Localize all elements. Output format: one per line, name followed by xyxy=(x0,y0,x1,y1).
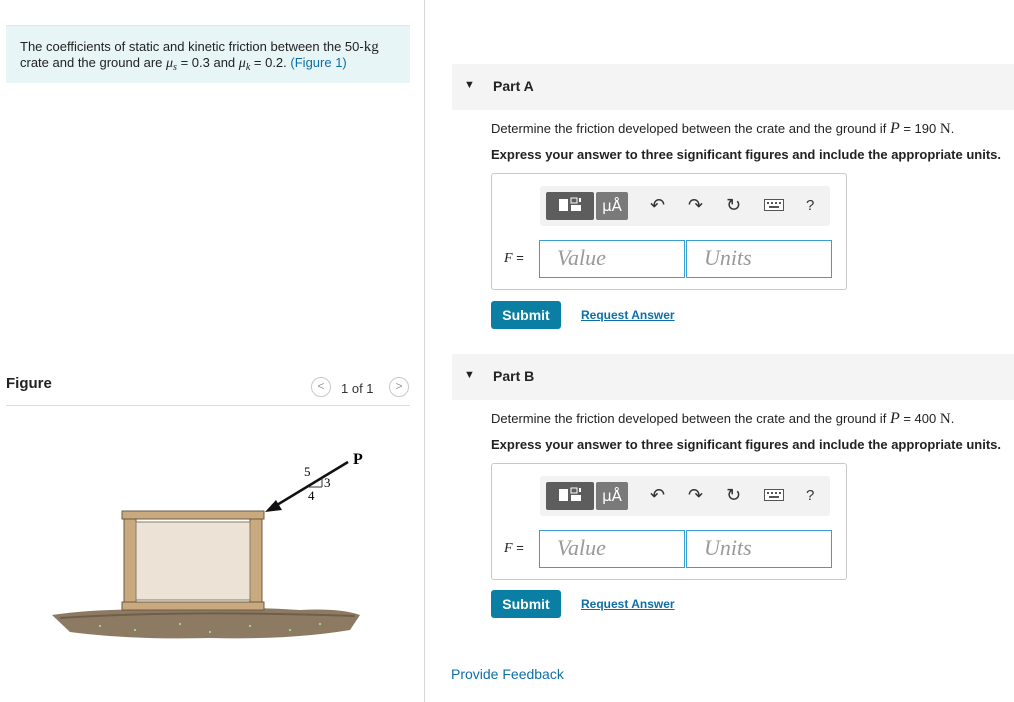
problem-text-1: The coefficients of static and kinetic f… xyxy=(20,39,364,54)
mu-s-value: = 0.3 and xyxy=(180,55,236,70)
part-b-unit: N xyxy=(939,411,951,427)
part-a-units-field[interactable]: Units xyxy=(686,240,832,278)
provide-feedback-link[interactable]: Provide Feedback xyxy=(451,666,564,682)
part-a-answer-var: F xyxy=(504,251,513,266)
reset-icon[interactable]: ↻ xyxy=(726,476,741,516)
part-b-submit-button[interactable]: Submit xyxy=(491,590,561,618)
part-b-period: . xyxy=(950,411,955,426)
part-a-value: = 190 xyxy=(903,121,937,136)
figure-divider xyxy=(6,405,410,406)
part-a-unit: N xyxy=(939,121,951,137)
part-a-question: Determine the friction developed between… xyxy=(491,120,954,138)
force-label: P xyxy=(353,451,363,468)
part-b-question: Determine the friction developed between… xyxy=(491,410,954,428)
collapse-icon[interactable]: ▼ xyxy=(464,79,475,91)
part-b-units-field[interactable]: Units xyxy=(686,530,832,568)
part-a-answer-eq: = xyxy=(516,250,524,265)
part-a-instruction: Express your answer to three significant… xyxy=(491,147,1001,162)
templates-icon[interactable] xyxy=(546,192,594,220)
figure-title: Figure xyxy=(6,375,52,392)
redo-icon[interactable]: ↷ xyxy=(688,476,703,516)
figure-link[interactable]: (Figure 1) xyxy=(290,55,346,70)
part-a-request-answer-link[interactable]: Request Answer xyxy=(581,308,675,322)
mu-k-sub: k xyxy=(245,62,251,73)
redo-icon[interactable]: ↷ xyxy=(688,186,703,226)
part-b-value: = 400 xyxy=(903,411,937,426)
crate-panel xyxy=(135,521,251,601)
part-b-request-answer-link[interactable]: Request Answer xyxy=(581,597,675,611)
part-a-toolbar: μÅ ↶ ↷ ↻ ? xyxy=(540,186,830,226)
part-a-question-text: Determine the friction developed between… xyxy=(491,121,887,136)
part-b-answer-box: μÅ ↶ ↷ ↻ ? F = Value Units xyxy=(491,463,847,580)
undo-icon[interactable]: ↶ xyxy=(650,186,665,226)
column-divider xyxy=(424,0,425,702)
keyboard-icon[interactable] xyxy=(764,199,784,214)
part-a-value-field[interactable]: Value xyxy=(539,240,685,278)
problem-text-2: crate and the ground are xyxy=(20,55,163,70)
part-b-value-field[interactable]: Value xyxy=(539,530,685,568)
part-a-answer-box: μÅ ↶ ↷ ↻ ? F = Value Units xyxy=(491,173,847,290)
templates-icon[interactable] xyxy=(546,482,594,510)
undo-icon[interactable]: ↶ xyxy=(650,476,665,516)
mass-unit: kg xyxy=(363,39,379,55)
part-a-submit-button[interactable]: Submit xyxy=(491,301,561,329)
triangle-hyp-label: 5 xyxy=(304,464,311,479)
part-b-var: P xyxy=(889,410,900,427)
mu-k-value: = 0.2. xyxy=(253,55,287,70)
part-a-var: P xyxy=(889,120,900,137)
crate-bottom-beam xyxy=(121,601,265,611)
part-a-period: . xyxy=(950,121,955,136)
part-a-header[interactable]: ▼ Part A xyxy=(452,64,1014,110)
crate-top-beam xyxy=(121,510,265,520)
triangle-run-label: 4 xyxy=(308,488,315,503)
triangle-rise-label: 3 xyxy=(324,475,331,490)
crate-figure: P 5 3 4 xyxy=(52,451,363,639)
part-b-answer-var: F xyxy=(504,541,513,556)
part-b-answer-label: F = xyxy=(504,540,524,557)
mu-s-symbol: μ xyxy=(166,56,174,71)
part-b-answer-eq: = xyxy=(516,540,524,555)
crate-right-post xyxy=(249,518,263,603)
force-arrowhead xyxy=(265,500,282,512)
part-a-answer-label: F = xyxy=(504,250,524,267)
part-a-title: Part A xyxy=(493,78,534,94)
problem-statement: The coefficients of static and kinetic f… xyxy=(6,25,410,83)
mu-s-sub: s xyxy=(173,62,177,73)
figure-prev-button[interactable]: < xyxy=(311,377,331,397)
mu-k-symbol: μ xyxy=(238,56,246,71)
part-b-instruction: Express your answer to three significant… xyxy=(491,437,1001,452)
units-icon[interactable]: μÅ xyxy=(596,192,628,220)
collapse-icon[interactable]: ▼ xyxy=(464,369,475,381)
part-b-title: Part B xyxy=(493,368,535,384)
figure-next-button[interactable]: > xyxy=(389,377,409,397)
part-b-toolbar: μÅ ↶ ↷ ↻ ? xyxy=(540,476,830,516)
units-icon[interactable]: μÅ xyxy=(596,482,628,510)
part-b-question-text: Determine the friction developed between… xyxy=(491,411,887,426)
help-icon[interactable]: ? xyxy=(806,476,814,516)
crate-left-post xyxy=(123,518,137,603)
help-icon[interactable]: ? xyxy=(806,186,814,226)
figure-pager: 1 of 1 xyxy=(341,381,374,396)
reset-icon[interactable]: ↻ xyxy=(726,186,741,226)
part-b-header[interactable]: ▼ Part B xyxy=(452,354,1014,400)
keyboard-icon[interactable] xyxy=(764,489,784,504)
